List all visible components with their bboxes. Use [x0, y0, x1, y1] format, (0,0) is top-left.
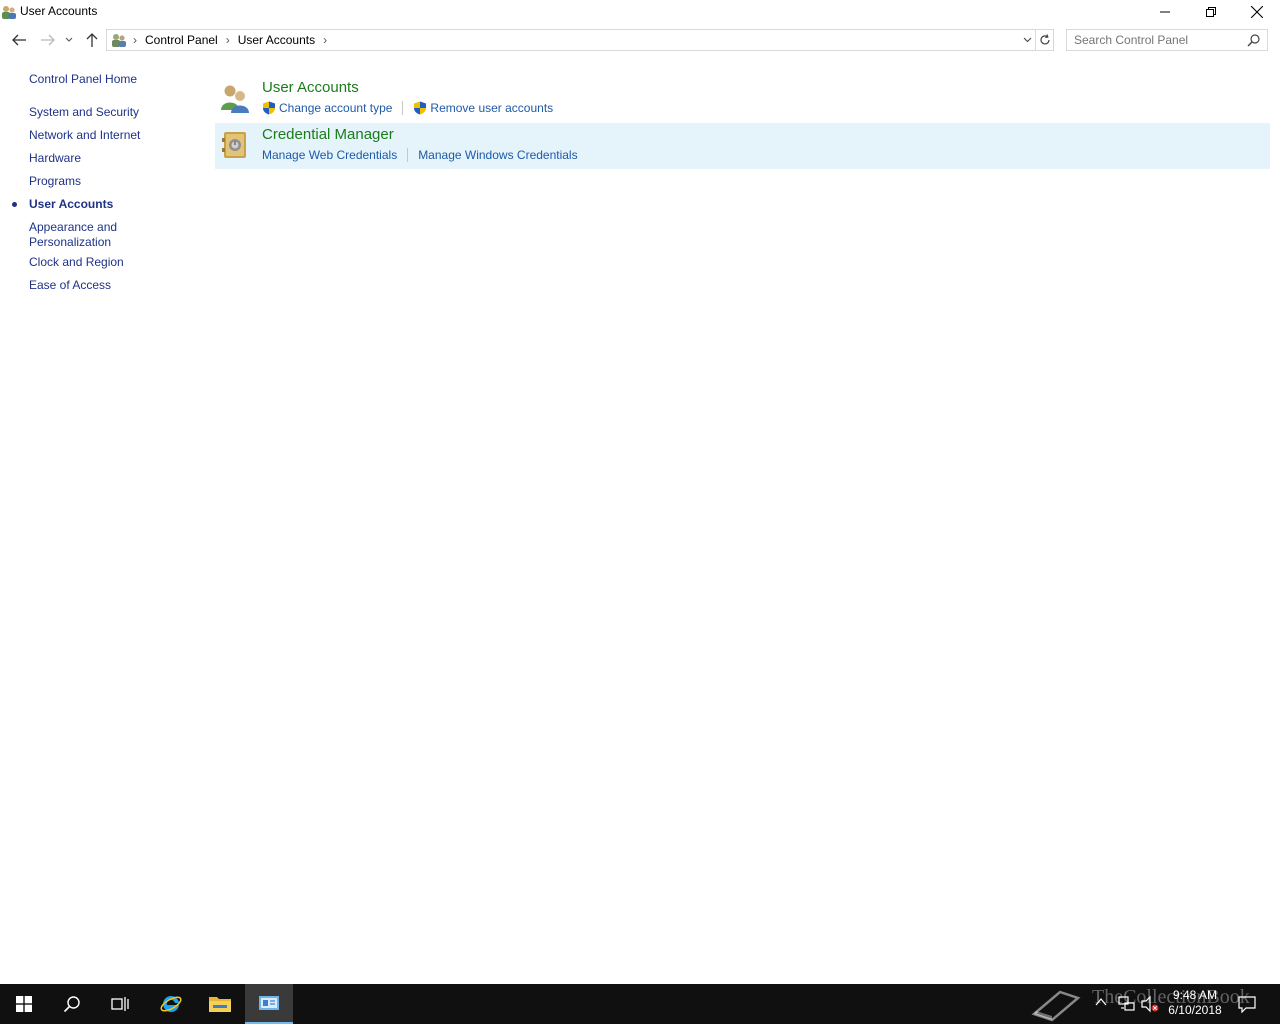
nav-link-programs[interactable]: Programs — [29, 174, 169, 189]
task-view-button[interactable] — [96, 984, 144, 1024]
watermark: TheCollectionBook — [1030, 982, 1280, 1024]
control-panel-icon — [259, 996, 279, 1010]
search-icon[interactable] — [1247, 33, 1261, 47]
category-title-user-accounts[interactable]: User Accounts — [262, 79, 359, 96]
internet-explorer-icon — [160, 995, 182, 1012]
manage-windows-credentials-link[interactable]: Manage Windows Credentials — [418, 148, 577, 162]
nav-link-appearance-and-personalization[interactable]: Appearance and Personalization — [29, 220, 169, 250]
window-title: User Accounts — [20, 4, 98, 18]
close-icon — [1251, 6, 1263, 18]
refresh-button[interactable] — [1036, 29, 1054, 51]
breadcrumb-separator-icon[interactable]: › — [319, 30, 331, 50]
active-item-bullet-icon — [12, 202, 17, 207]
user-accounts-icon — [2, 6, 16, 19]
user-accounts-icon[interactable] — [219, 82, 251, 114]
change-account-type-link[interactable]: Change account type — [262, 101, 392, 115]
change-account-type-label: Change account type — [279, 101, 393, 115]
nav-link-network-and-internet[interactable]: Network and Internet — [29, 128, 169, 143]
manage-web-credentials-link[interactable]: Manage Web Credentials — [262, 148, 397, 162]
category-user-accounts: User Accounts Change account type Remove… — [215, 76, 1270, 122]
restore-button[interactable] — [1188, 0, 1234, 24]
breadcrumb-user-accounts[interactable]: User Accounts — [234, 30, 319, 50]
nav-link-user-accounts[interactable]: User Accounts — [29, 197, 169, 212]
remove-user-accounts-label: Remove user accounts — [430, 101, 554, 115]
nav-link-system-and-security[interactable]: System and Security — [29, 105, 169, 120]
nav-link-ease-of-access[interactable]: Ease of Access — [29, 278, 169, 293]
nav-link-hardware[interactable]: Hardware — [29, 151, 169, 166]
breadcrumb-separator-icon[interactable]: › — [222, 30, 234, 50]
credential-manager-safe-icon[interactable] — [219, 129, 251, 161]
uac-shield-icon — [263, 101, 275, 115]
start-button[interactable] — [0, 984, 48, 1024]
address-bar[interactable]: › Control Panel › User Accounts › — [106, 29, 1036, 51]
window-controls — [1142, 0, 1280, 24]
folder-icon — [209, 997, 231, 1012]
category-links: Manage Web Credentials Manage Windows Cr… — [262, 146, 578, 164]
address-history-button[interactable] — [1019, 30, 1035, 50]
back-button[interactable] — [9, 30, 29, 50]
category-credential-manager: Credential Manager Manage Web Credential… — [215, 123, 1270, 169]
book-logo-icon — [1031, 990, 1081, 1022]
minimize-button[interactable] — [1142, 0, 1188, 24]
up-button[interactable] — [82, 30, 102, 50]
chevron-down-icon — [1023, 37, 1031, 43]
link-divider — [407, 148, 409, 162]
nav-link-clock-and-region[interactable]: Clock and Region — [29, 255, 169, 270]
search-icon — [63, 996, 80, 1013]
back-arrow-icon — [12, 34, 26, 46]
breadcrumb-separator-icon[interactable]: › — [129, 30, 141, 50]
file-explorer-button[interactable] — [196, 984, 244, 1024]
search-box[interactable] — [1066, 29, 1268, 51]
windows-logo-icon — [16, 996, 32, 1012]
navigation-bar: › Control Panel › User Accounts › — [0, 27, 1280, 53]
search-input[interactable] — [1067, 30, 1237, 50]
forward-button[interactable] — [38, 30, 58, 50]
watermark-text: TheCollectionBook — [1092, 986, 1250, 1008]
category-links: Change account type Remove user accounts — [262, 99, 553, 117]
recent-locations-button[interactable] — [62, 30, 76, 50]
breadcrumb-control-panel[interactable]: Control Panel — [141, 30, 222, 50]
title-bar: User Accounts — [0, 0, 1280, 24]
internet-explorer-button[interactable] — [147, 984, 195, 1024]
chevron-down-icon — [65, 37, 73, 42]
refresh-icon — [1039, 34, 1050, 45]
remove-user-accounts-link[interactable]: Remove user accounts — [413, 101, 553, 115]
up-arrow-icon — [86, 33, 98, 47]
restore-icon — [1206, 7, 1216, 17]
close-button[interactable] — [1234, 0, 1280, 24]
link-divider — [402, 101, 404, 115]
task-view-icon — [111, 997, 129, 1011]
control-panel-home-link[interactable]: Control Panel Home — [29, 72, 169, 87]
minimize-icon — [1160, 11, 1170, 13]
control-panel-taskbar-button[interactable] — [245, 984, 293, 1024]
forward-arrow-icon — [41, 34, 55, 46]
uac-shield-icon — [414, 101, 427, 115]
category-title-credential-manager[interactable]: Credential Manager — [262, 126, 394, 143]
search-taskbar-button[interactable] — [48, 984, 96, 1024]
breadcrumb: › Control Panel › User Accounts › — [111, 30, 331, 50]
control-panel-users-icon — [112, 34, 126, 47]
